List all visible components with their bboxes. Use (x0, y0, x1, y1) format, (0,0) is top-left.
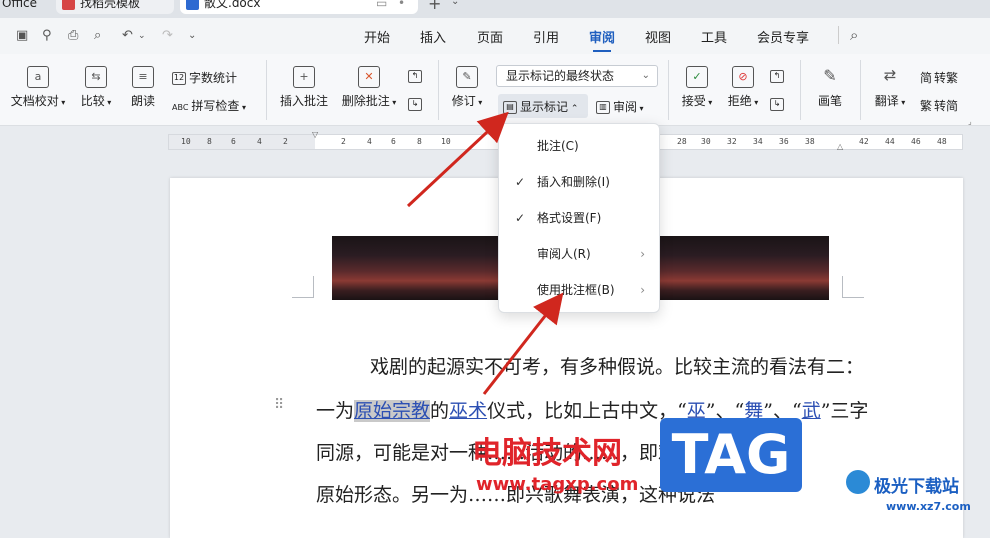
arrow-to-balloons (482, 292, 564, 395)
arrow-to-show-markup (406, 111, 509, 208)
annotation-arrows (406, 111, 564, 395)
